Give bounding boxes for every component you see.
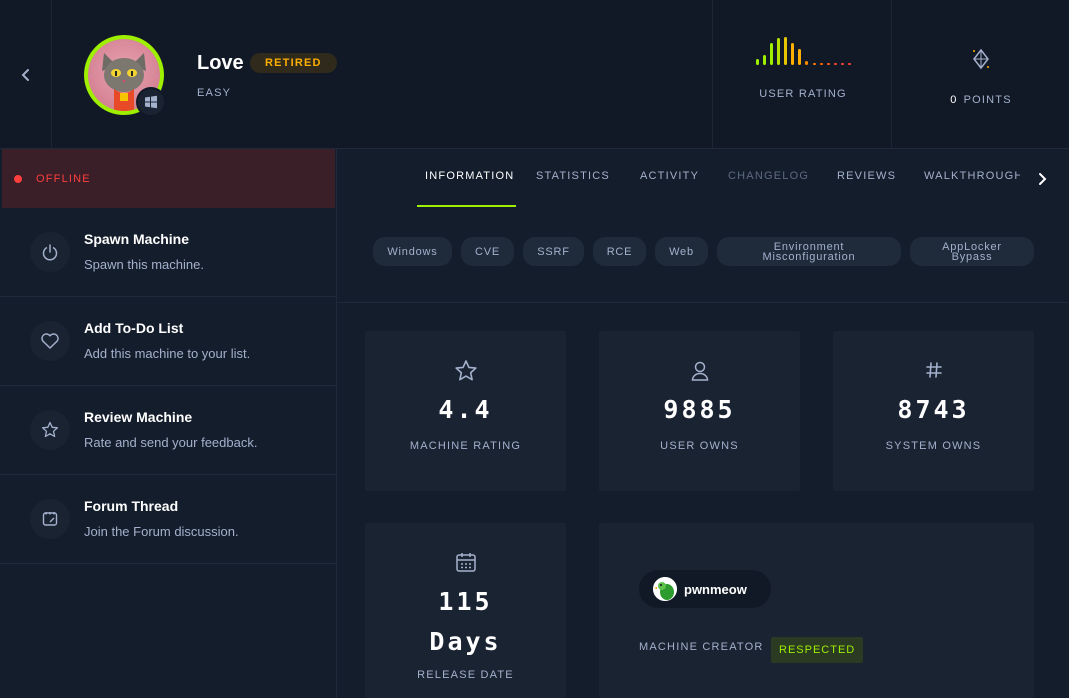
tag-label: Web	[669, 245, 694, 258]
hash-icon	[925, 362, 942, 378]
calendar-icon	[455, 553, 476, 572]
release-days-unit: Days	[429, 627, 502, 656]
user-rating-label: USER RATING	[759, 88, 847, 100]
machine-creator-card: pwnmeow MACHINE CREATOR RESPECTED	[599, 523, 1034, 698]
tag-chip[interactable]: AppLocker Bypass	[910, 237, 1034, 266]
tab-activity[interactable]: ACTIVITY	[640, 170, 699, 182]
system-owns-label: SYSTEM OWNS	[885, 440, 982, 452]
creator-name: pwnmeow	[684, 581, 747, 597]
respected-badge: RESPECTED	[771, 637, 864, 663]
tag-label: CVE	[474, 245, 501, 258]
add-todo-subtitle: Add this machine to your list.	[84, 346, 251, 361]
rating-bars-graphic	[756, 37, 851, 65]
chevron-left-icon	[21, 68, 29, 81]
forum-icon	[30, 499, 70, 539]
user-owns-card: 9885 USER OWNS	[599, 331, 800, 491]
offline-status-dot	[14, 174, 22, 183]
machine-tags: Windows CVE SSRF RCE Web Environment Misc…	[337, 208, 1069, 303]
machine-rating-card: 4.4 MACHINE RATING	[365, 331, 566, 491]
release-date-label: RELEASE DATE	[417, 669, 514, 681]
tag-label: SSRF	[537, 245, 570, 258]
star-icon	[454, 360, 477, 381]
add-todo-title: Add To-Do List	[84, 320, 184, 336]
user-owns-label: USER OWNS	[660, 440, 739, 452]
system-owns-value: 8743	[897, 395, 970, 424]
machine-tabs: INFORMATION STATISTICS ACTIVITY CHANGELO…	[337, 149, 1069, 208]
points-value: 0	[950, 94, 958, 106]
review-machine-subtitle: Rate and send your feedback.	[84, 435, 258, 450]
tag-chip[interactable]: CVE	[461, 237, 514, 266]
machine-status-text: OFFLINE	[36, 172, 91, 185]
tag-chip[interactable]: Windows	[373, 237, 452, 266]
avatar	[653, 577, 677, 601]
retired-badge: RETIRED	[250, 53, 337, 73]
machine-status-row: OFFLINE	[2, 149, 335, 208]
tabs-scroll-right-button[interactable]	[1032, 169, 1052, 189]
spawn-machine-title: Spawn Machine	[84, 231, 190, 247]
machine-avatar	[84, 35, 166, 117]
user-rating-panel: USER RATING	[712, 0, 892, 149]
star-icon	[30, 410, 70, 450]
tag-chip[interactable]: SSRF	[523, 237, 584, 266]
machine-name: Love	[197, 52, 244, 74]
release-date-card: 115 Days RELEASE DATE	[365, 523, 566, 698]
tag-chip[interactable]: Web	[655, 237, 708, 266]
creator-profile-link[interactable]: pwnmeow	[639, 570, 771, 608]
forum-thread-subtitle: Join the Forum discussion.	[84, 524, 239, 539]
power-icon	[30, 232, 70, 272]
points-panel: 0 POINTS	[891, 0, 1069, 149]
forum-thread-title: Forum Thread	[84, 498, 179, 514]
tag-chip[interactable]: RCE	[593, 237, 646, 266]
review-machine-action[interactable]: Review Machine Rate and send your feedba…	[0, 386, 336, 475]
tag-label-line2: Misconfiguration	[762, 250, 856, 263]
diamond-points-icon	[973, 48, 989, 70]
tag-label-line1: AppLocker	[942, 240, 1002, 253]
tab-changelog[interactable]: CHANGELOG	[728, 170, 809, 182]
user-owns-value: 9885	[663, 395, 736, 424]
tab-information[interactable]: INFORMATION	[425, 170, 514, 182]
add-todo-action[interactable]: Add To-Do List Add this machine to your …	[0, 297, 336, 386]
tag-label: RCE	[606, 245, 633, 258]
machine-rating-label: MACHINE RATING	[409, 440, 522, 452]
spawn-machine-action[interactable]: Spawn Machine Spawn this machine.	[0, 208, 336, 297]
tag-label-line2: Bypass	[951, 250, 993, 263]
forum-thread-action[interactable]: Forum Thread Join the Forum discussion.	[0, 475, 336, 564]
chevron-right-icon	[1039, 173, 1047, 185]
difficulty-label: EASY	[197, 87, 232, 99]
machine-header: Love RETIRED EASY USER RATING 0 POINTS	[0, 0, 1069, 149]
system-owns-card: 8743 SYSTEM OWNS	[833, 331, 1034, 491]
tag-label-line1: Environment	[773, 240, 845, 253]
user-icon	[691, 361, 708, 381]
tag-label: Windows	[387, 245, 438, 258]
tab-statistics[interactable]: STATISTICS	[536, 170, 610, 182]
heart-icon	[30, 321, 70, 361]
release-days-number: 115	[438, 587, 493, 616]
points-label: 0 POINTS	[892, 94, 1069, 106]
active-tab-indicator	[417, 205, 516, 207]
windows-os-badge	[136, 87, 166, 117]
windows-icon	[145, 95, 157, 109]
tag-chip[interactable]: Environment Misconfiguration	[717, 237, 901, 266]
actions-sidebar: OFFLINE Spawn Machine Spawn this machine…	[0, 149, 337, 698]
tab-reviews[interactable]: REVIEWS	[837, 170, 896, 182]
machine-creator-label: MACHINE CREATOR	[639, 641, 764, 653]
points-text: POINTS	[963, 94, 1012, 106]
spawn-machine-subtitle: Spawn this machine.	[84, 257, 204, 272]
machine-rating-value: 4.4	[438, 395, 493, 424]
review-machine-title: Review Machine	[84, 409, 193, 425]
tab-walkthroughs[interactable]: WALKTHROUGHS	[924, 170, 1020, 182]
back-button[interactable]	[0, 0, 52, 149]
